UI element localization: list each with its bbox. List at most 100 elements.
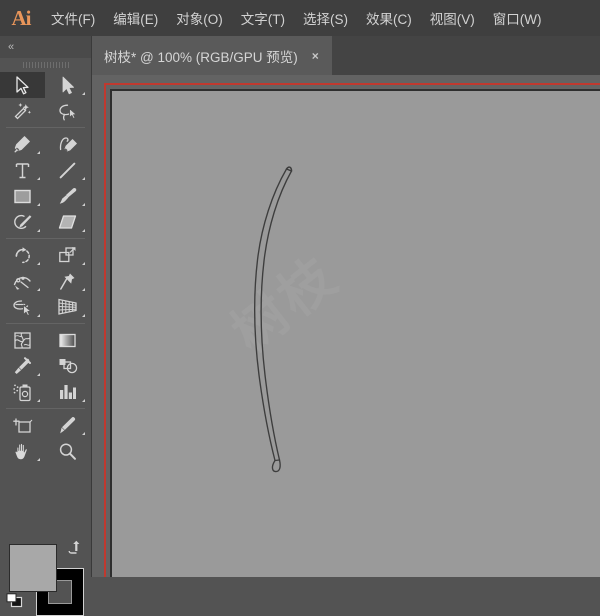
- document-tab-bar: 树枝* @ 100% (RGB/GPU 预览) ×: [92, 36, 600, 75]
- zoom-tool[interactable]: [45, 438, 90, 464]
- fill-swatch[interactable]: [9, 544, 57, 592]
- lasso-icon: [58, 104, 77, 120]
- rectangle-icon: [14, 189, 31, 203]
- free-transform-pin-icon: [60, 273, 75, 290]
- mesh-grid-icon: [14, 331, 31, 349]
- eyedropper-icon: [14, 356, 31, 374]
- curvature-pen-icon: [59, 136, 77, 151]
- pen-tool[interactable]: [0, 131, 45, 157]
- artboard-icon: [12, 417, 32, 433]
- symbol-sprayer-icon: [13, 384, 31, 401]
- pen-nib-icon: [14, 135, 30, 152]
- document-tab-title: 树枝* @ 100% (RGB/GPU 预览): [104, 49, 298, 65]
- tools-panel: «: [0, 36, 92, 616]
- column-graph-icon: [60, 385, 76, 399]
- line-diagonal-icon: [59, 162, 76, 178]
- shape-builder-tool[interactable]: [0, 294, 45, 320]
- symbol-sprayer-tool[interactable]: [0, 379, 45, 405]
- tool-row: [0, 242, 91, 268]
- flyout-indicator-icon: [37, 229, 40, 232]
- rectangle-tool[interactable]: [0, 183, 45, 209]
- flyout-indicator-icon: [37, 203, 40, 206]
- curvature-tool[interactable]: [45, 131, 90, 157]
- collapse-panel-icon[interactable]: «: [8, 41, 14, 53]
- flyout-indicator-icon: [82, 92, 85, 95]
- eyedropper-tool[interactable]: [0, 353, 45, 379]
- rotate-tool[interactable]: [0, 242, 45, 268]
- magic-wand-tool[interactable]: [0, 98, 45, 124]
- flyout-indicator-icon: [37, 373, 40, 376]
- tools-grid: [0, 72, 91, 464]
- flyout-indicator-icon: [82, 229, 85, 232]
- width-icon: [13, 276, 31, 290]
- menu-file[interactable]: 文件(F): [42, 0, 104, 36]
- gradient-tool[interactable]: [45, 327, 90, 353]
- menu-bar: Ai 文件(F) 编辑(E) 对象(O) 文字(T) 选择(S) 效果(C) 视…: [0, 0, 600, 36]
- tool-row: [0, 98, 91, 124]
- flyout-indicator-icon: [37, 262, 40, 265]
- flyout-indicator-icon: [82, 203, 85, 206]
- paintbrush-icon: [59, 187, 76, 204]
- menu-effect[interactable]: 效果(C): [357, 0, 421, 36]
- selection-tool[interactable]: [0, 72, 45, 98]
- flyout-indicator-icon: [82, 262, 85, 265]
- line-segment-tool[interactable]: [45, 157, 90, 183]
- magic-wand-icon: [14, 102, 31, 119]
- swap-fill-stroke-icon[interactable]: [66, 540, 80, 554]
- width-tool[interactable]: [0, 268, 45, 294]
- flyout-indicator-icon: [82, 177, 85, 180]
- tool-divider: [6, 127, 85, 128]
- lasso-tool[interactable]: [45, 98, 90, 124]
- tool-row: [0, 209, 91, 235]
- ai-logo-icon: Ai: [11, 5, 32, 30]
- color-swatches: [0, 536, 91, 616]
- document-canvas-area[interactable]: 树枝: [92, 75, 600, 577]
- tool-divider: [6, 323, 85, 324]
- blend-tool[interactable]: [45, 353, 90, 379]
- tool-row: [0, 183, 91, 209]
- artboard-tool[interactable]: [0, 412, 45, 438]
- slice-knife-icon: [60, 416, 76, 433]
- tool-row: [0, 131, 91, 157]
- flyout-indicator-icon: [82, 314, 85, 317]
- scale-squares-icon: [59, 246, 76, 262]
- tool-row: [0, 157, 91, 183]
- hand-tool[interactable]: [0, 438, 45, 464]
- direct-selection-arrow-icon: [62, 76, 74, 94]
- blend-icon: [59, 359, 77, 374]
- artboard[interactable]: 树枝: [110, 89, 600, 577]
- flyout-indicator-icon: [82, 288, 85, 291]
- hand-icon: [14, 442, 28, 460]
- menu-view[interactable]: 视图(V): [421, 0, 484, 36]
- panel-grip[interactable]: [0, 58, 91, 72]
- mesh-tool[interactable]: [0, 327, 45, 353]
- type-tool[interactable]: [0, 157, 45, 183]
- magnifier-icon: [59, 442, 76, 460]
- default-fill-stroke-icon[interactable]: [6, 593, 23, 608]
- menu-object[interactable]: 对象(O): [167, 0, 232, 36]
- flyout-indicator-icon: [37, 151, 40, 154]
- flyout-indicator-icon: [37, 314, 40, 317]
- close-icon[interactable]: ×: [312, 50, 319, 62]
- menu-edit[interactable]: 编辑(E): [104, 0, 167, 36]
- direct-selection-tool[interactable]: [45, 72, 90, 98]
- paintbrush-tool[interactable]: [45, 183, 90, 209]
- column-graph-tool[interactable]: [45, 379, 90, 405]
- tool-row: [0, 294, 91, 320]
- perspective-grid-icon: [58, 298, 77, 315]
- menu-select[interactable]: 选择(S): [294, 0, 357, 36]
- menu-type[interactable]: 文字(T): [232, 0, 294, 36]
- tool-row: [0, 438, 91, 464]
- perspective-grid-tool[interactable]: [45, 294, 90, 320]
- menu-window[interactable]: 窗口(W): [484, 0, 551, 36]
- shaper-pencil-tool[interactable]: [0, 209, 45, 235]
- slice-tool[interactable]: [45, 412, 90, 438]
- document-tab[interactable]: 树枝* @ 100% (RGB/GPU 预览) ×: [92, 36, 332, 75]
- tools-panel-header: «: [0, 36, 91, 58]
- scale-tool[interactable]: [45, 242, 90, 268]
- flyout-indicator-icon: [37, 288, 40, 291]
- eraser-tool[interactable]: [45, 209, 90, 235]
- flyout-indicator-icon: [37, 458, 40, 461]
- tool-row: [0, 72, 91, 98]
- free-transform-tool[interactable]: [45, 268, 90, 294]
